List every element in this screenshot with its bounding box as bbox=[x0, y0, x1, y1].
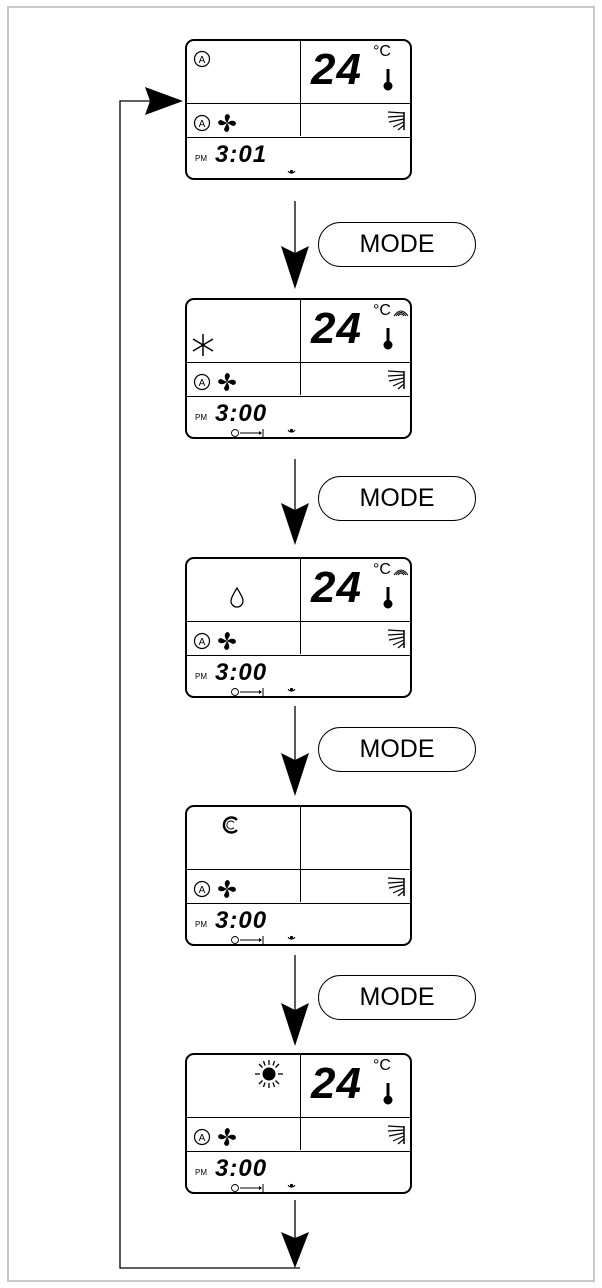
am-pm-label: PM bbox=[195, 920, 207, 929]
signal-dot-icon bbox=[287, 1183, 296, 1188]
louver-swing-icon bbox=[387, 1125, 405, 1145]
temperature-value: 24 bbox=[311, 563, 362, 612]
flow-arrow-3 bbox=[281, 706, 309, 796]
flow-arrow-4 bbox=[281, 955, 309, 1046]
wireless-signal-icon bbox=[393, 569, 409, 576]
auto-fan-icon: A bbox=[193, 373, 211, 391]
svg-text:A: A bbox=[199, 885, 206, 896]
clock-time: 3:00 bbox=[215, 1155, 268, 1182]
fan-icon bbox=[218, 632, 236, 650]
svg-text:A: A bbox=[199, 378, 206, 389]
timer-clock-arrow-icon bbox=[231, 688, 264, 696]
am-pm-label: PM bbox=[195, 1168, 207, 1177]
auto-mode-icon: A bbox=[193, 50, 211, 68]
louver-swing-icon bbox=[387, 877, 405, 897]
flow-arrow-5 bbox=[281, 1200, 309, 1268]
temperature-value: 24 bbox=[311, 1059, 362, 1108]
temperature-value: 24 bbox=[311, 304, 362, 353]
louver-swing-icon bbox=[387, 111, 405, 131]
temperature-unit: °C bbox=[373, 561, 391, 578]
temperature-unit: °C bbox=[373, 43, 391, 60]
droplet-dry-icon bbox=[230, 586, 244, 608]
lcd-panel-5: 24 °C A PM 3:00 bbox=[185, 1053, 412, 1194]
fan-icon bbox=[218, 373, 236, 391]
auto-fan-icon: A bbox=[193, 632, 211, 650]
lcd-panel-1: A 24 °C A PM 3:01 bbox=[185, 39, 412, 180]
fan-icon bbox=[218, 114, 236, 132]
clock-time: 3:00 bbox=[215, 907, 268, 934]
am-pm-label: PM bbox=[195, 413, 207, 422]
auto-fan-icon: A bbox=[193, 1128, 211, 1146]
svg-text:A: A bbox=[199, 55, 206, 66]
signal-dot-icon bbox=[287, 428, 296, 433]
lcd-panel-2: 24 °C A PM 3:00 bbox=[185, 298, 412, 439]
svg-text:A: A bbox=[199, 637, 206, 648]
auto-fan-icon: A bbox=[193, 880, 211, 898]
sun-heat-icon bbox=[255, 1060, 283, 1088]
thermometer-icon bbox=[383, 587, 393, 609]
flow-arrow-1 bbox=[281, 201, 309, 289]
temperature-unit: °C bbox=[373, 302, 391, 319]
mode-button-3[interactable]: MODE bbox=[318, 727, 476, 772]
mode-button-1[interactable]: MODE bbox=[318, 222, 476, 267]
louver-swing-icon bbox=[387, 629, 405, 649]
fan-icon bbox=[218, 880, 236, 898]
thermometer-icon bbox=[383, 69, 393, 91]
clock-time: 3:00 bbox=[215, 400, 268, 427]
am-pm-label: PM bbox=[195, 154, 207, 163]
temperature-value: 24 bbox=[311, 45, 362, 94]
lcd-panel-4: A PM 3:00 bbox=[185, 805, 412, 946]
clock-time: 3:01 bbox=[215, 141, 268, 168]
mode-button-4[interactable]: MODE bbox=[318, 975, 476, 1020]
mode-button-2[interactable]: MODE bbox=[318, 476, 476, 521]
wireless-signal-icon bbox=[393, 310, 409, 317]
signal-dot-icon bbox=[287, 169, 296, 174]
fan-icon bbox=[218, 1128, 236, 1146]
thermometer-icon bbox=[383, 328, 393, 350]
svg-text:A: A bbox=[199, 119, 206, 130]
louver-swing-icon bbox=[387, 370, 405, 390]
thermometer-icon bbox=[383, 1083, 393, 1105]
timer-clock-arrow-icon bbox=[231, 1184, 264, 1192]
lcd-panel-3: 24 °C A PM 3:00 bbox=[185, 557, 412, 698]
timer-clock-arrow-icon bbox=[231, 429, 264, 437]
fan-c-icon bbox=[222, 816, 238, 834]
flow-arrow-2 bbox=[281, 459, 309, 545]
svg-text:A: A bbox=[199, 1133, 206, 1144]
am-pm-label: PM bbox=[195, 672, 207, 681]
snowflake-cool-icon bbox=[192, 334, 214, 356]
signal-dot-icon bbox=[287, 687, 296, 692]
temperature-unit: °C bbox=[373, 1057, 391, 1074]
timer-clock-arrow-icon bbox=[231, 936, 264, 944]
signal-dot-icon bbox=[287, 935, 296, 940]
clock-time: 3:00 bbox=[215, 659, 268, 686]
auto-fan-icon: A bbox=[193, 114, 211, 132]
